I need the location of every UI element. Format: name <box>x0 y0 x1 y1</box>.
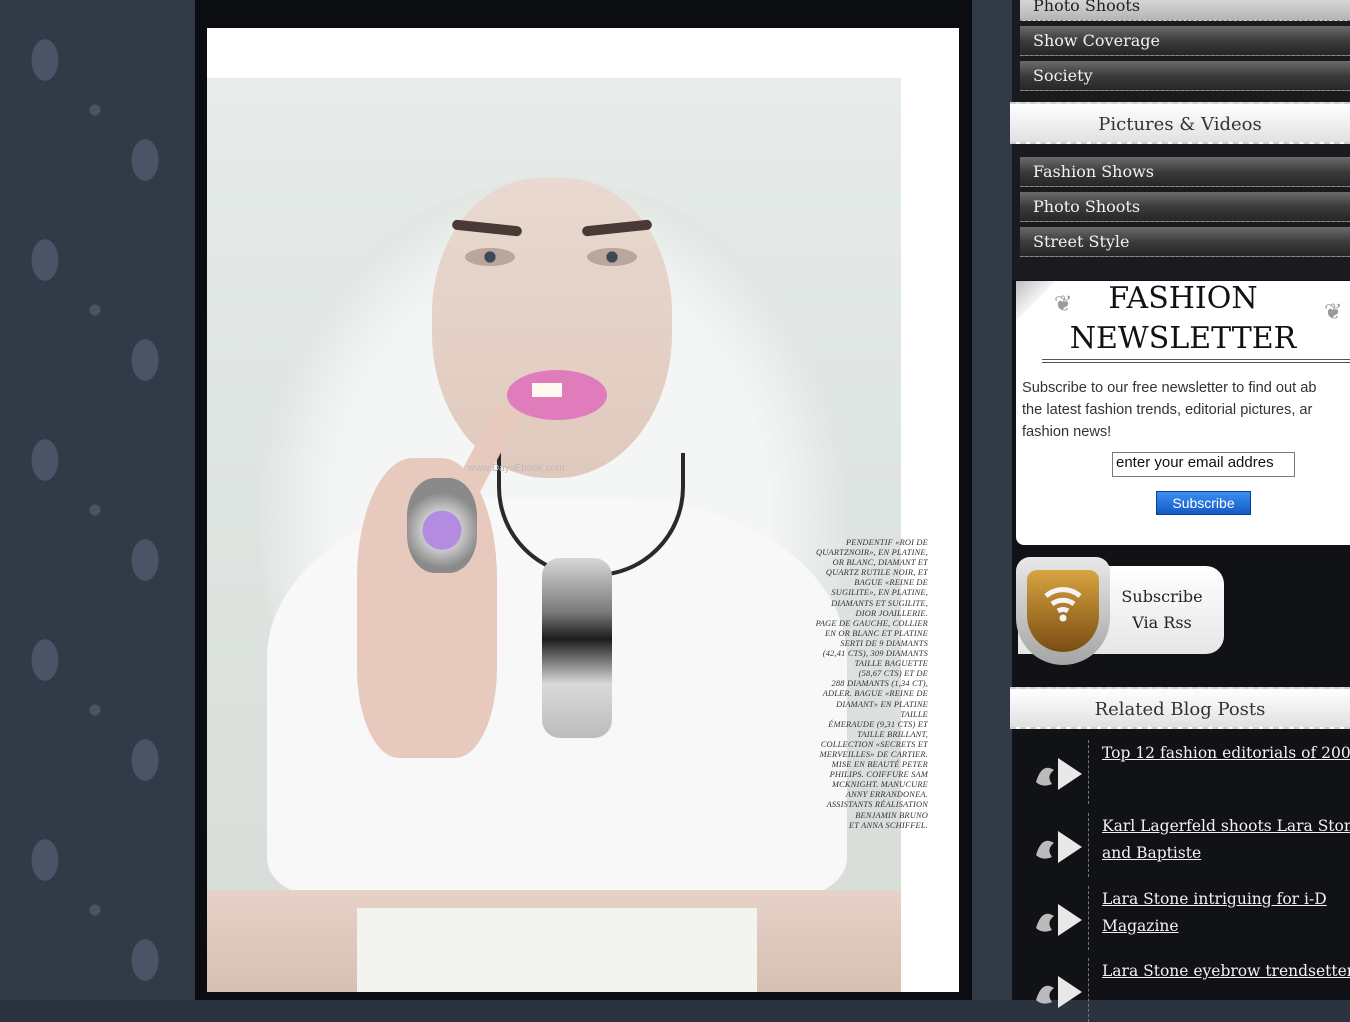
related-posts-header: Related Blog Posts <box>1010 687 1350 729</box>
ornament-arrow-icon <box>1036 758 1082 790</box>
newsletter-text-line: fashion news! <box>1022 424 1112 440</box>
related-post-link[interactable]: Top 12 fashion editorials of 200 <box>1102 740 1350 767</box>
rss-label[interactable]: Subscribe Via Rss <box>1110 584 1214 636</box>
ornament-arrow-icon <box>1036 831 1082 863</box>
related-post-title[interactable]: Lara Stone intriguing for i-D <box>1102 886 1350 913</box>
related-post-title[interactable]: Karl Lagerfeld shoots Lara Stone <box>1102 813 1350 840</box>
nav-item-show-coverage[interactable]: Show Coverage <box>1020 26 1350 56</box>
post-divider <box>1088 813 1089 877</box>
related-post-link[interactable]: Lara Stone eyebrow trendsetter <box>1102 958 1350 985</box>
ornament-arrow-icon <box>1036 904 1082 936</box>
newsletter-text-line: Subscribe to our free newsletter to find… <box>1022 380 1317 396</box>
rss-label-line1: Subscribe <box>1121 587 1203 606</box>
email-field[interactable]: enter your email addres <box>1112 452 1295 477</box>
editorial-photo <box>207 78 901 992</box>
related-post-link[interactable]: Lara Stone intriguing for i-D Magazine <box>1102 886 1350 940</box>
newsletter-widget: ❦ ❦ FASHION NEWSLETTER Subscribe to our … <box>1016 281 1350 545</box>
eye-shape <box>465 248 515 266</box>
post-divider <box>1088 958 1089 1022</box>
rss-label-line2: Via Rss <box>1132 613 1192 632</box>
damask-background <box>0 0 195 1000</box>
newsletter-title-line1: FASHION <box>1108 281 1258 316</box>
related-post-link[interactable]: Karl Lagerfeld shoots Lara Stone and Bap… <box>1102 813 1350 867</box>
bodice-shape <box>357 908 757 992</box>
newsletter-description: Subscribe to our free newsletter to find… <box>1022 377 1350 443</box>
newsletter-text-line: the latest fashion trends, editorial pic… <box>1022 402 1313 418</box>
background-strip <box>972 0 1012 1000</box>
nav-item-society[interactable]: Society <box>1020 61 1350 91</box>
related-post-title[interactable]: Lara Stone eyebrow trendsetter <box>1102 958 1350 985</box>
photo-watermark: www.DaysEbook.com <box>468 463 565 474</box>
eye-shape <box>587 248 637 266</box>
newsletter-rule <box>1042 359 1350 363</box>
photo-credits: PENDENTIF «ROI DE QUARTZNOIR», EN PLATIN… <box>815 538 928 828</box>
nav-item-street-style[interactable]: Street Style <box>1020 227 1350 257</box>
ring-shape <box>407 478 477 573</box>
post-divider <box>1088 886 1089 950</box>
related-post-title[interactable]: Magazine <box>1102 913 1350 940</box>
nav-item-fashion-shows[interactable]: Fashion Shows <box>1020 157 1350 187</box>
related-post-title[interactable]: Top 12 fashion editorials of 200 <box>1102 740 1350 767</box>
related-post-title[interactable]: and Baptiste <box>1102 840 1350 867</box>
rss-icon <box>1044 587 1082 622</box>
teeth-shape <box>532 383 562 397</box>
post-divider <box>1088 740 1089 804</box>
subscribe-button[interactable]: Subscribe <box>1156 491 1251 515</box>
newsletter-title-line2: NEWSLETTER <box>1069 321 1297 356</box>
pictures-videos-header: Pictures & Videos <box>1010 102 1350 144</box>
nav-item-photo-shoots[interactable]: Photo Shoots <box>1020 0 1350 21</box>
ornament-arrow-icon <box>1036 976 1082 1008</box>
nav-item-photo-shoots-gallery[interactable]: Photo Shoots <box>1020 192 1350 222</box>
pendant-shape <box>542 558 612 738</box>
